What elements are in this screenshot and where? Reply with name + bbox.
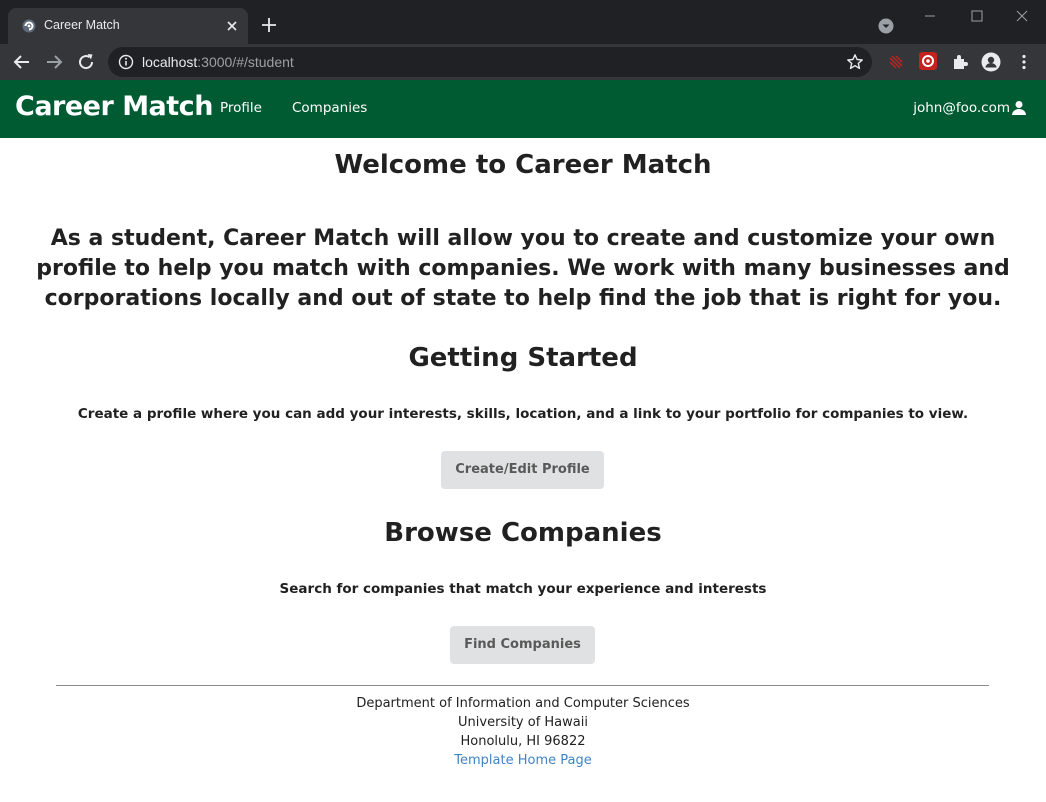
app-navbar: Career Match Profile Companies john@foo.… bbox=[0, 80, 1046, 138]
template-home-link[interactable]: Template Home Page bbox=[454, 753, 591, 768]
back-arrow-icon[interactable] bbox=[12, 52, 32, 72]
close-icon[interactable] bbox=[224, 18, 240, 34]
getting-started-text: Create a profile where you can add your … bbox=[77, 406, 969, 422]
create-edit-profile-button[interactable]: Create/Edit Profile bbox=[441, 451, 604, 489]
intro-text: As a student, Career Match will allow yo… bbox=[36, 226, 1010, 311]
getting-started-heading: Getting Started bbox=[408, 343, 638, 373]
browse-companies-heading: Browse Companies bbox=[384, 518, 662, 548]
tab-title: Career Match bbox=[44, 18, 120, 32]
star-icon[interactable] bbox=[846, 53, 864, 71]
address-bar[interactable]: localhost:3000/#/student bbox=[108, 47, 872, 77]
info-icon[interactable] bbox=[118, 54, 134, 70]
puzzle-icon[interactable] bbox=[950, 52, 970, 72]
url-text: localhost:3000/#/student bbox=[142, 54, 294, 70]
footer: Department of Information and Computer S… bbox=[0, 694, 1046, 770]
browse-companies-text: Search for companies that match your exp… bbox=[279, 581, 767, 597]
user-icon[interactable] bbox=[1011, 100, 1027, 116]
footer-department: Department of Information and Computer S… bbox=[356, 696, 690, 711]
minimize-icon[interactable] bbox=[922, 8, 938, 24]
brand-logo[interactable]: Career Match bbox=[15, 91, 213, 122]
url-host: localhost bbox=[142, 54, 198, 70]
user-menu[interactable]: john@foo.com bbox=[913, 100, 1010, 116]
tab-favicon-icon bbox=[22, 19, 36, 33]
tab-search-icon[interactable] bbox=[878, 18, 894, 34]
browser-toolbar: localhost:3000/#/student bbox=[0, 44, 1046, 80]
nav-profile-link[interactable]: Profile bbox=[220, 100, 262, 116]
footer-university: University of Hawaii bbox=[458, 715, 588, 730]
extension-icon[interactable] bbox=[918, 51, 938, 71]
page-title: Welcome to Career Match bbox=[334, 150, 712, 180]
nav-companies-link[interactable]: Companies bbox=[292, 100, 367, 116]
window-close-icon[interactable] bbox=[1014, 8, 1030, 24]
footer-address: Honolulu, HI 96822 bbox=[460, 734, 586, 749]
extension-icon[interactable] bbox=[886, 52, 906, 72]
forward-arrow-icon[interactable] bbox=[44, 52, 64, 72]
maximize-icon[interactable] bbox=[969, 8, 985, 24]
browser-titlebar: Career Match bbox=[0, 0, 1046, 44]
reload-icon[interactable] bbox=[76, 52, 96, 72]
kebab-menu-icon[interactable] bbox=[1014, 52, 1034, 72]
url-path: :3000/#/student bbox=[197, 54, 294, 70]
profile-icon[interactable] bbox=[981, 52, 1001, 72]
find-companies-button[interactable]: Find Companies bbox=[450, 626, 595, 664]
footer-divider bbox=[56, 685, 989, 686]
plus-icon[interactable] bbox=[260, 16, 278, 34]
browser-tab[interactable]: Career Match bbox=[8, 8, 248, 44]
